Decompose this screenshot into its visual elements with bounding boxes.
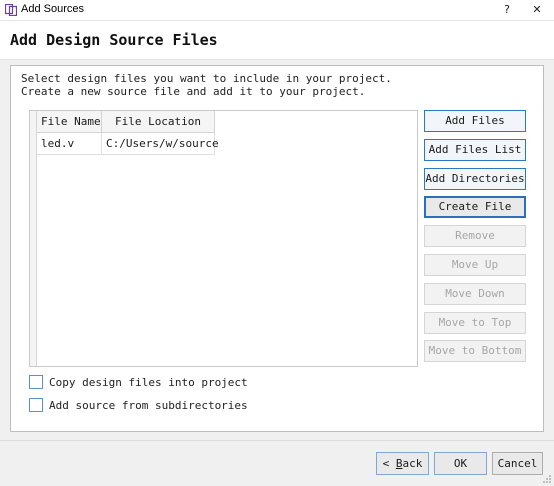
back-rest: ack bbox=[402, 457, 423, 470]
table-cell-file-location[interactable]: C:/Users/w/source bbox=[102, 133, 219, 155]
window-title: Add Sources bbox=[21, 3, 84, 15]
create-file-button[interactable]: Create File bbox=[424, 196, 526, 218]
column-header-file-location[interactable]: File Location bbox=[102, 111, 215, 133]
close-button[interactable]: ✕ bbox=[523, 1, 551, 19]
app-icon bbox=[5, 4, 17, 16]
move-to-top-button[interactable]: Move to Top bbox=[424, 312, 526, 334]
move-to-bottom-button[interactable]: Move to Bottom bbox=[424, 340, 526, 362]
copy-files-checkbox[interactable] bbox=[29, 375, 43, 389]
add-files-list-button[interactable]: Add Files List bbox=[424, 139, 526, 161]
help-button[interactable]: ? bbox=[493, 1, 521, 19]
move-up-button[interactable]: Move Up bbox=[424, 254, 526, 276]
subdirs-label[interactable]: Add source from subdirectories bbox=[49, 399, 248, 412]
back-button[interactable]: < Back bbox=[376, 452, 429, 475]
cancel-button[interactable]: Cancel bbox=[492, 452, 543, 475]
back-mnemonic: B bbox=[395, 457, 403, 470]
add-directories-button[interactable]: Add Directories bbox=[424, 168, 526, 190]
footer-divider bbox=[0, 440, 554, 441]
column-header-file-name[interactable]: File Name bbox=[37, 111, 102, 133]
intro-text: Select design files you want to include … bbox=[21, 72, 392, 98]
move-down-button[interactable]: Move Down bbox=[424, 283, 526, 305]
source-files-table[interactable]: File Name File Location led.v C:/Users/w… bbox=[29, 110, 418, 367]
add-files-button[interactable]: Add Files bbox=[424, 110, 526, 132]
ok-button[interactable]: OK bbox=[434, 452, 487, 475]
table-body[interactable]: File Name File Location led.v C:/Users/w… bbox=[36, 111, 417, 366]
resize-grip-icon[interactable] bbox=[542, 474, 552, 484]
page-title: Add Design Source Files bbox=[10, 31, 218, 49]
remove-button[interactable]: Remove bbox=[424, 225, 526, 247]
back-prefix: < bbox=[382, 457, 396, 470]
sources-panel: Select design files you want to include … bbox=[10, 65, 544, 432]
copy-files-label[interactable]: Copy design files into project bbox=[49, 376, 248, 389]
intro-line-1: Select design files you want to include … bbox=[21, 72, 392, 85]
table-cell-file-name[interactable]: led.v bbox=[37, 133, 102, 155]
subdirs-checkbox[interactable] bbox=[29, 398, 43, 412]
intro-line-2: Create a new source file and add it to y… bbox=[21, 85, 366, 98]
wizard-header: Add Design Source Files bbox=[0, 21, 554, 60]
title-bar: Add Sources ? ✕ bbox=[0, 0, 554, 21]
